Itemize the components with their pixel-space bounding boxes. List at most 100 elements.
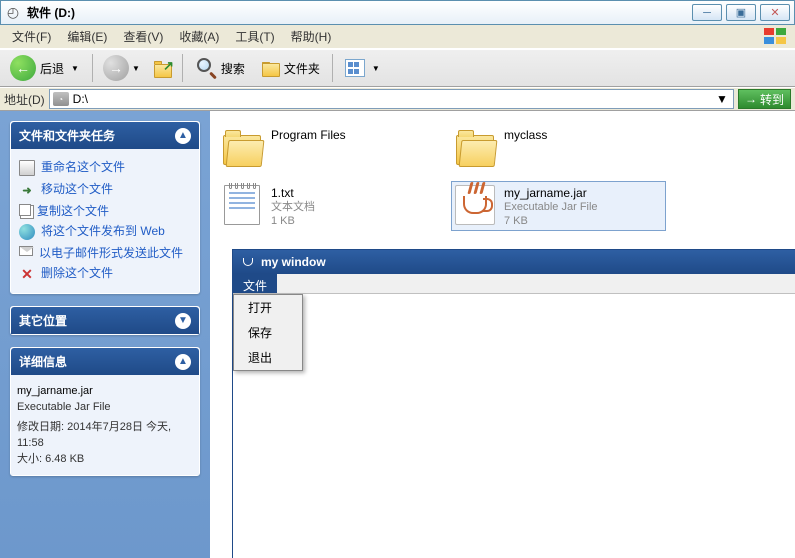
folder-up-icon: ↗ xyxy=(152,58,174,78)
toolbar: ← 后退 ▼ → ▼ ↗ 搜索 文件夹 ▼ xyxy=(0,49,795,87)
copy-icon xyxy=(19,204,31,216)
forward-arrow-icon: → xyxy=(103,55,129,81)
java-icon xyxy=(241,255,255,269)
java-menu-file[interactable]: 文件 xyxy=(233,274,277,293)
expand-icon: ▼ xyxy=(175,313,191,329)
jar-file-icon xyxy=(454,184,496,226)
address-dropdown-icon[interactable]: ▼ xyxy=(714,92,730,106)
places-panel-title: 其它位置 xyxy=(19,312,67,329)
folder-icon xyxy=(221,126,263,168)
folder-program-files[interactable]: Program Files xyxy=(218,123,433,171)
collapse-icon: ▲ xyxy=(175,354,191,370)
tasks-panel-header[interactable]: 文件和文件夹任务 ▲ xyxy=(11,122,199,149)
file-type: 文本文档 xyxy=(271,200,315,214)
folders-button[interactable]: 文件夹 xyxy=(254,56,326,80)
file-name: Program Files xyxy=(271,128,346,142)
sidebar: 文件和文件夹任务 ▲ 重命名这个文件 ➜移动这个文件 复制这个文件 将这个文件发… xyxy=(0,111,210,558)
java-window[interactable]: my window 文件 打开 保存 退出 xyxy=(232,249,795,558)
menu-file[interactable]: 文件(F) xyxy=(4,25,59,48)
back-dropdown-icon[interactable]: ▼ xyxy=(68,64,82,73)
java-menubar: 文件 xyxy=(233,274,795,294)
drive-small-icon: ◔ xyxy=(53,92,69,106)
details-panel-body: my_jarname.jar Executable Jar File 修改日期:… xyxy=(11,375,199,475)
file-txt[interactable]: 1.txt 文本文档 1 KB xyxy=(218,181,433,231)
search-button[interactable]: 搜索 xyxy=(189,54,251,82)
task-copy[interactable]: 复制这个文件 xyxy=(17,201,193,221)
toolbar-separator xyxy=(332,54,333,82)
move-icon: ➜ xyxy=(19,182,35,198)
mail-icon xyxy=(19,246,33,256)
details-filename: my_jarname.jar xyxy=(17,383,193,399)
views-button[interactable]: ▼ xyxy=(339,56,389,80)
window-titlebar: ◴ 软件 (D:) ─ ▣ ✕ xyxy=(0,0,795,25)
minimize-button[interactable]: ─ xyxy=(692,4,722,21)
task-delete[interactable]: ✕删除这个文件 xyxy=(17,263,193,285)
menu-view[interactable]: 查看(V) xyxy=(115,25,171,48)
folder-icon xyxy=(260,59,280,77)
content-pane[interactable]: Program Files myclass 1.txt 文本文档 1 KB xyxy=(210,111,795,558)
address-input[interactable] xyxy=(73,92,714,106)
details-filetype: Executable Jar File xyxy=(17,399,193,415)
rename-icon xyxy=(19,160,35,176)
forward-dropdown-icon[interactable]: ▼ xyxy=(129,64,143,73)
places-panel-header[interactable]: 其它位置 ▼ xyxy=(11,307,199,334)
maximize-button[interactable]: ▣ xyxy=(726,4,756,21)
menu-tools[interactable]: 工具(T) xyxy=(227,25,282,48)
main-area: 文件和文件夹任务 ▲ 重命名这个文件 ➜移动这个文件 复制这个文件 将这个文件发… xyxy=(0,111,795,558)
addressbar: 地址(D) ◔ ▼ → 转到 xyxy=(0,87,795,111)
java-menu-popup: 打开 保存 退出 xyxy=(233,294,303,371)
java-menu-open[interactable]: 打开 xyxy=(234,295,302,320)
go-arrow-icon: → xyxy=(745,92,757,106)
file-grid: Program Files myclass 1.txt 文本文档 1 KB xyxy=(218,123,787,231)
file-name: my_jarname.jar xyxy=(504,186,598,200)
java-window-title: my window xyxy=(261,255,326,269)
menu-favorites[interactable]: 收藏(A) xyxy=(171,25,227,48)
java-menu-exit[interactable]: 退出 xyxy=(234,345,302,370)
places-panel: 其它位置 ▼ xyxy=(10,306,200,335)
delete-icon: ✕ xyxy=(19,266,35,282)
file-size: 1 KB xyxy=(271,214,315,228)
java-menu-save[interactable]: 保存 xyxy=(234,320,302,345)
globe-icon xyxy=(19,224,35,240)
java-window-titlebar[interactable]: my window xyxy=(233,250,795,274)
windows-flag-icon xyxy=(761,27,791,47)
task-move[interactable]: ➜移动这个文件 xyxy=(17,179,193,201)
drive-icon: ◴ xyxy=(5,5,21,21)
address-label: 地址(D) xyxy=(4,91,45,108)
go-label: 转到 xyxy=(760,91,784,108)
search-icon xyxy=(195,57,217,79)
tasks-panel: 文件和文件夹任务 ▲ 重命名这个文件 ➜移动这个文件 复制这个文件 将这个文件发… xyxy=(10,121,200,294)
file-name: myclass xyxy=(504,128,547,142)
task-publish-web[interactable]: 将这个文件发布到 Web xyxy=(17,221,193,243)
file-type: Executable Jar File xyxy=(504,200,598,214)
search-label: 搜索 xyxy=(221,60,245,77)
back-button[interactable]: ← 后退 ▼ xyxy=(6,53,86,83)
forward-button[interactable]: → ▼ xyxy=(99,53,147,83)
details-size: 大小: 6.48 KB xyxy=(17,451,193,467)
close-button[interactable]: ✕ xyxy=(760,4,790,21)
toolbar-separator xyxy=(92,54,93,82)
java-window-body xyxy=(233,294,795,558)
file-jar[interactable]: my_jarname.jar Executable Jar File 7 KB xyxy=(451,181,666,231)
back-label: 后退 xyxy=(40,60,64,77)
task-email[interactable]: 以电子邮件形式发送此文件 xyxy=(17,243,193,263)
details-panel-header[interactable]: 详细信息 ▲ xyxy=(11,348,199,375)
text-file-icon xyxy=(221,184,263,226)
tasks-panel-title: 文件和文件夹任务 xyxy=(19,127,115,144)
menu-edit[interactable]: 编辑(E) xyxy=(59,25,115,48)
tasks-panel-body: 重命名这个文件 ➜移动这个文件 复制这个文件 将这个文件发布到 Web 以电子邮… xyxy=(11,149,199,293)
file-name: 1.txt xyxy=(271,186,315,200)
folder-icon xyxy=(454,126,496,168)
folders-label: 文件夹 xyxy=(284,60,320,77)
window-title: 软件 (D:) xyxy=(27,4,692,21)
up-button[interactable]: ↗ xyxy=(150,56,176,80)
address-input-wrap[interactable]: ◔ ▼ xyxy=(49,89,734,109)
go-button[interactable]: → 转到 xyxy=(738,89,791,109)
details-panel-title: 详细信息 xyxy=(19,353,67,370)
folder-myclass[interactable]: myclass xyxy=(451,123,666,171)
collapse-icon: ▲ xyxy=(175,128,191,144)
menu-help[interactable]: 帮助(H) xyxy=(283,25,340,48)
file-size: 7 KB xyxy=(504,214,598,228)
toolbar-separator xyxy=(182,54,183,82)
task-rename[interactable]: 重命名这个文件 xyxy=(17,157,193,179)
